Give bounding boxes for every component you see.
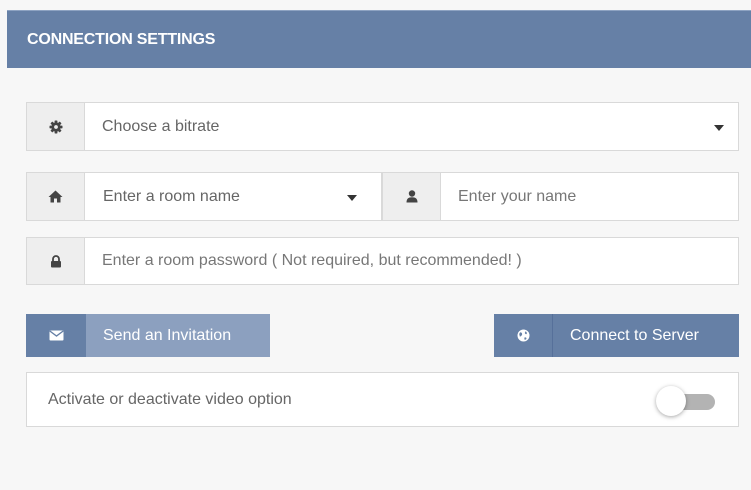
- user-icon: [382, 173, 441, 220]
- chevron-down-icon: [714, 124, 724, 131]
- bitrate-select-value: Choose a bitrate: [102, 117, 220, 135]
- send-invitation-label: Send an Invitation: [86, 314, 270, 357]
- your-name-input[interactable]: Enter your name: [382, 172, 739, 221]
- home-icon: [27, 173, 85, 220]
- toggle-knob: [656, 386, 686, 416]
- room-name-select[interactable]: Enter a room name: [26, 172, 382, 221]
- lock-icon: [27, 238, 85, 284]
- room-name-select-value: Enter a room name: [103, 187, 240, 205]
- connect-to-server-label: Connect to Server: [570, 326, 699, 344]
- send-invitation-button[interactable]: Send an Invitation: [26, 314, 270, 357]
- connect-to-server-button[interactable]: Connect to Server: [494, 314, 739, 357]
- bitrate-select[interactable]: Choose a bitrate: [26, 102, 739, 151]
- envelope-icon: [26, 314, 86, 357]
- video-option-row: Activate or deactivate video option: [26, 372, 739, 427]
- video-option-label: Activate or deactivate video option: [48, 390, 292, 408]
- gear-icon: [27, 103, 85, 150]
- video-option-toggle[interactable]: [656, 386, 716, 416]
- connection-settings-header: CONNECTION SETTINGS: [7, 10, 751, 68]
- send-invitation-text: Send an Invitation: [103, 326, 232, 344]
- your-name-placeholder: Enter your name: [458, 187, 577, 205]
- globe-icon: [494, 314, 553, 357]
- room-password-input[interactable]: Enter a room password ( Not required, bu…: [26, 237, 739, 285]
- panel-title: CONNECTION SETTINGS: [27, 31, 216, 48]
- chevron-down-icon: [347, 194, 357, 201]
- room-password-placeholder: Enter a room password ( Not required, bu…: [102, 252, 522, 269]
